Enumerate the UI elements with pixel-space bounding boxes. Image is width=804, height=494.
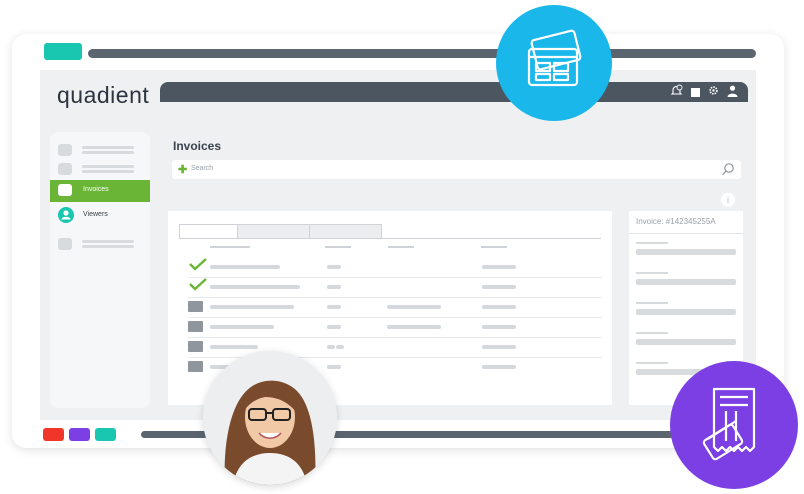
detail-field xyxy=(636,339,736,345)
placeholder-icon xyxy=(58,144,72,156)
user-icon[interactable] xyxy=(727,85,738,100)
placeholder-icon xyxy=(58,163,72,175)
folder-icon xyxy=(188,341,203,352)
settings-icon[interactable] xyxy=(708,85,719,99)
square-icon[interactable] xyxy=(691,87,700,97)
column-header xyxy=(325,246,351,248)
page-title: Invoices xyxy=(173,139,222,153)
sidebar: Invoices Viewers xyxy=(50,132,150,408)
folder-icon xyxy=(188,301,203,312)
table-row[interactable] xyxy=(188,277,602,298)
search-bar[interactable]: ✚ Search xyxy=(172,160,741,179)
bell-clock-icon[interactable] xyxy=(670,84,683,100)
credit-cards-icon xyxy=(527,29,582,87)
column-header xyxy=(481,246,507,248)
detail-field xyxy=(636,309,736,315)
invoice-number: Invoice: #142345255A xyxy=(636,217,716,226)
top-navigation-bar xyxy=(160,82,748,102)
sidebar-item-label: Viewers xyxy=(83,211,108,218)
checkmark-icon xyxy=(189,258,207,271)
folder-icon xyxy=(188,361,203,372)
column-header xyxy=(388,246,414,248)
sidebar-item-placeholder-2[interactable] xyxy=(50,159,150,181)
folder-icon xyxy=(188,321,203,332)
invoice-card-badge xyxy=(670,361,798,489)
invoice-card-icon xyxy=(702,387,756,461)
search-icon[interactable] xyxy=(721,162,735,181)
sidebar-item-label: Invoices xyxy=(83,186,109,193)
tab-3[interactable] xyxy=(309,224,382,239)
plus-icon[interactable]: ✚ xyxy=(178,163,187,176)
sidebar-item-placeholder-3[interactable] xyxy=(50,234,150,256)
person-portrait-icon xyxy=(203,351,337,485)
purple-control[interactable] xyxy=(69,428,90,441)
tab-1[interactable] xyxy=(179,224,238,239)
checkmark-icon xyxy=(189,278,207,291)
table-row[interactable] xyxy=(188,257,602,278)
window-title-bar xyxy=(88,49,756,58)
sidebar-item-viewers[interactable]: Viewers xyxy=(50,205,150,227)
table-row[interactable] xyxy=(188,297,602,318)
tab-2[interactable] xyxy=(237,224,310,239)
info-icon[interactable]: i xyxy=(721,193,735,207)
table-row[interactable] xyxy=(188,317,602,338)
sidebar-item-invoices[interactable]: Invoices xyxy=(50,180,150,202)
search-input[interactable]: Search xyxy=(191,165,213,172)
user-avatar-photo xyxy=(203,351,337,485)
credit-cards-badge xyxy=(496,5,612,121)
invoice-icon xyxy=(58,184,72,196)
user-circle-icon xyxy=(58,207,74,223)
placeholder-icon xyxy=(58,238,72,250)
detail-field xyxy=(636,279,736,285)
window-bottom-bar xyxy=(40,420,756,448)
red-control[interactable] xyxy=(43,428,64,441)
detail-field xyxy=(636,249,736,255)
app-logo: quadient xyxy=(57,82,150,108)
column-header xyxy=(210,246,250,248)
window-control-pill[interactable] xyxy=(44,43,82,60)
teal-control[interactable] xyxy=(95,428,116,441)
